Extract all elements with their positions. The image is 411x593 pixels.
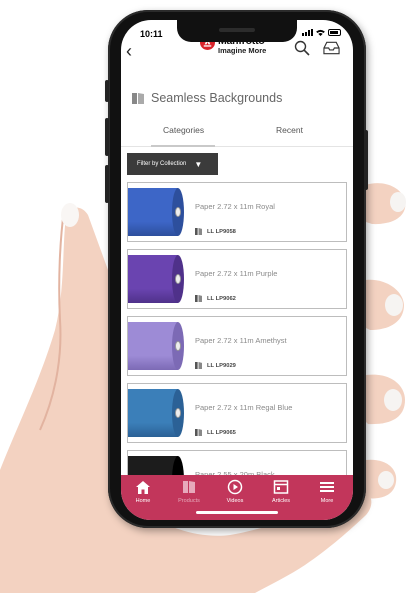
back-chevron-icon[interactable]: ‹ xyxy=(126,42,132,60)
book-icon xyxy=(195,429,202,436)
home-icon xyxy=(136,481,150,494)
product-card[interactable]: Paper 2.72 x 11m Amethyst LL LP9029 xyxy=(127,316,347,376)
paper-roll-image xyxy=(128,250,185,308)
notch xyxy=(177,20,297,42)
volume-up-button xyxy=(105,118,109,156)
product-code-row: LL LP9058 xyxy=(195,228,236,235)
side-button xyxy=(105,80,109,102)
nav-label: Home xyxy=(135,498,151,504)
paper-roll-image xyxy=(128,384,185,442)
product-code: LL LP9058 xyxy=(207,228,236,235)
product-name: Paper 2.72 x 11m Amethyst xyxy=(195,336,287,345)
filter-by-collection-button[interactable]: Filter by Collection ▼ xyxy=(127,153,218,175)
product-name: Paper 2.72 x 11m Purple xyxy=(195,269,278,278)
product-card[interactable]: Paper 2.72 x 11m Royal LL LP9058 xyxy=(127,182,347,242)
book-icon xyxy=(195,295,202,302)
product-card[interactable]: Paper 2.72 x 11m Purple LL LP9062 xyxy=(127,249,347,309)
tab-categories[interactable]: Categories xyxy=(163,125,204,135)
product-code: LL LP9029 xyxy=(207,362,236,369)
paper-roll-image xyxy=(128,317,185,375)
speaker-grille xyxy=(219,28,255,32)
product-name: Paper 2.72 x 11m Royal xyxy=(195,202,275,211)
search-icon[interactable] xyxy=(294,40,310,56)
nav-label: Products xyxy=(178,498,200,504)
page-title: Seamless Backgrounds xyxy=(151,91,283,105)
caret-down-icon: ▼ xyxy=(194,159,203,169)
power-button xyxy=(364,130,368,190)
product-list: Paper 2.72 x 11m Royal LL LP9058 Paper 2.7… xyxy=(127,182,347,517)
nav-label: Articles xyxy=(271,498,291,504)
tab-recent[interactable]: Recent xyxy=(276,125,303,135)
wifi-icon xyxy=(316,29,325,36)
article-icon xyxy=(273,480,289,494)
active-tab-indicator xyxy=(151,145,215,147)
product-code-row: LL LP9065 xyxy=(195,429,236,436)
product-name: Paper 2.72 x 11m Regal Blue xyxy=(195,403,293,412)
filter-label: Filter by Collection xyxy=(137,161,187,167)
play-icon xyxy=(227,479,243,495)
nav-more[interactable]: More xyxy=(305,475,349,520)
status-icons xyxy=(302,29,341,36)
page-title-row: Seamless Backgrounds xyxy=(131,91,282,105)
photo-stage: 10:11 ‹ Manfrotto Imagine More xyxy=(0,0,411,593)
nav-label: More xyxy=(320,498,334,504)
signal-icon xyxy=(302,29,313,36)
book-icon xyxy=(195,228,202,235)
product-card[interactable]: Paper 2.72 x 11m Regal Blue LL LP9065 xyxy=(127,383,347,443)
book-icon xyxy=(183,481,195,493)
product-code-row: LL LP9062 xyxy=(195,295,236,302)
menu-icon xyxy=(320,482,334,492)
status-time: 10:11 xyxy=(140,29,163,39)
product-code: LL LP9062 xyxy=(207,295,236,302)
battery-icon xyxy=(328,29,341,36)
product-code-row: LL LP9029 xyxy=(195,362,236,369)
paper-roll-image xyxy=(128,183,185,241)
nav-home[interactable]: Home xyxy=(121,475,165,520)
book-icon xyxy=(132,92,144,104)
volume-down-button xyxy=(105,165,109,203)
inbox-icon[interactable] xyxy=(323,41,340,55)
brand-tagline: Imagine More xyxy=(218,46,267,55)
app-screen: 10:11 ‹ Manfrotto Imagine More xyxy=(121,20,353,520)
tab-bar: Categories Recent xyxy=(121,125,353,147)
product-code: LL LP9065 xyxy=(207,429,236,436)
home-indicator xyxy=(196,511,278,514)
book-icon xyxy=(195,362,202,369)
nav-label: Videos xyxy=(226,498,244,504)
